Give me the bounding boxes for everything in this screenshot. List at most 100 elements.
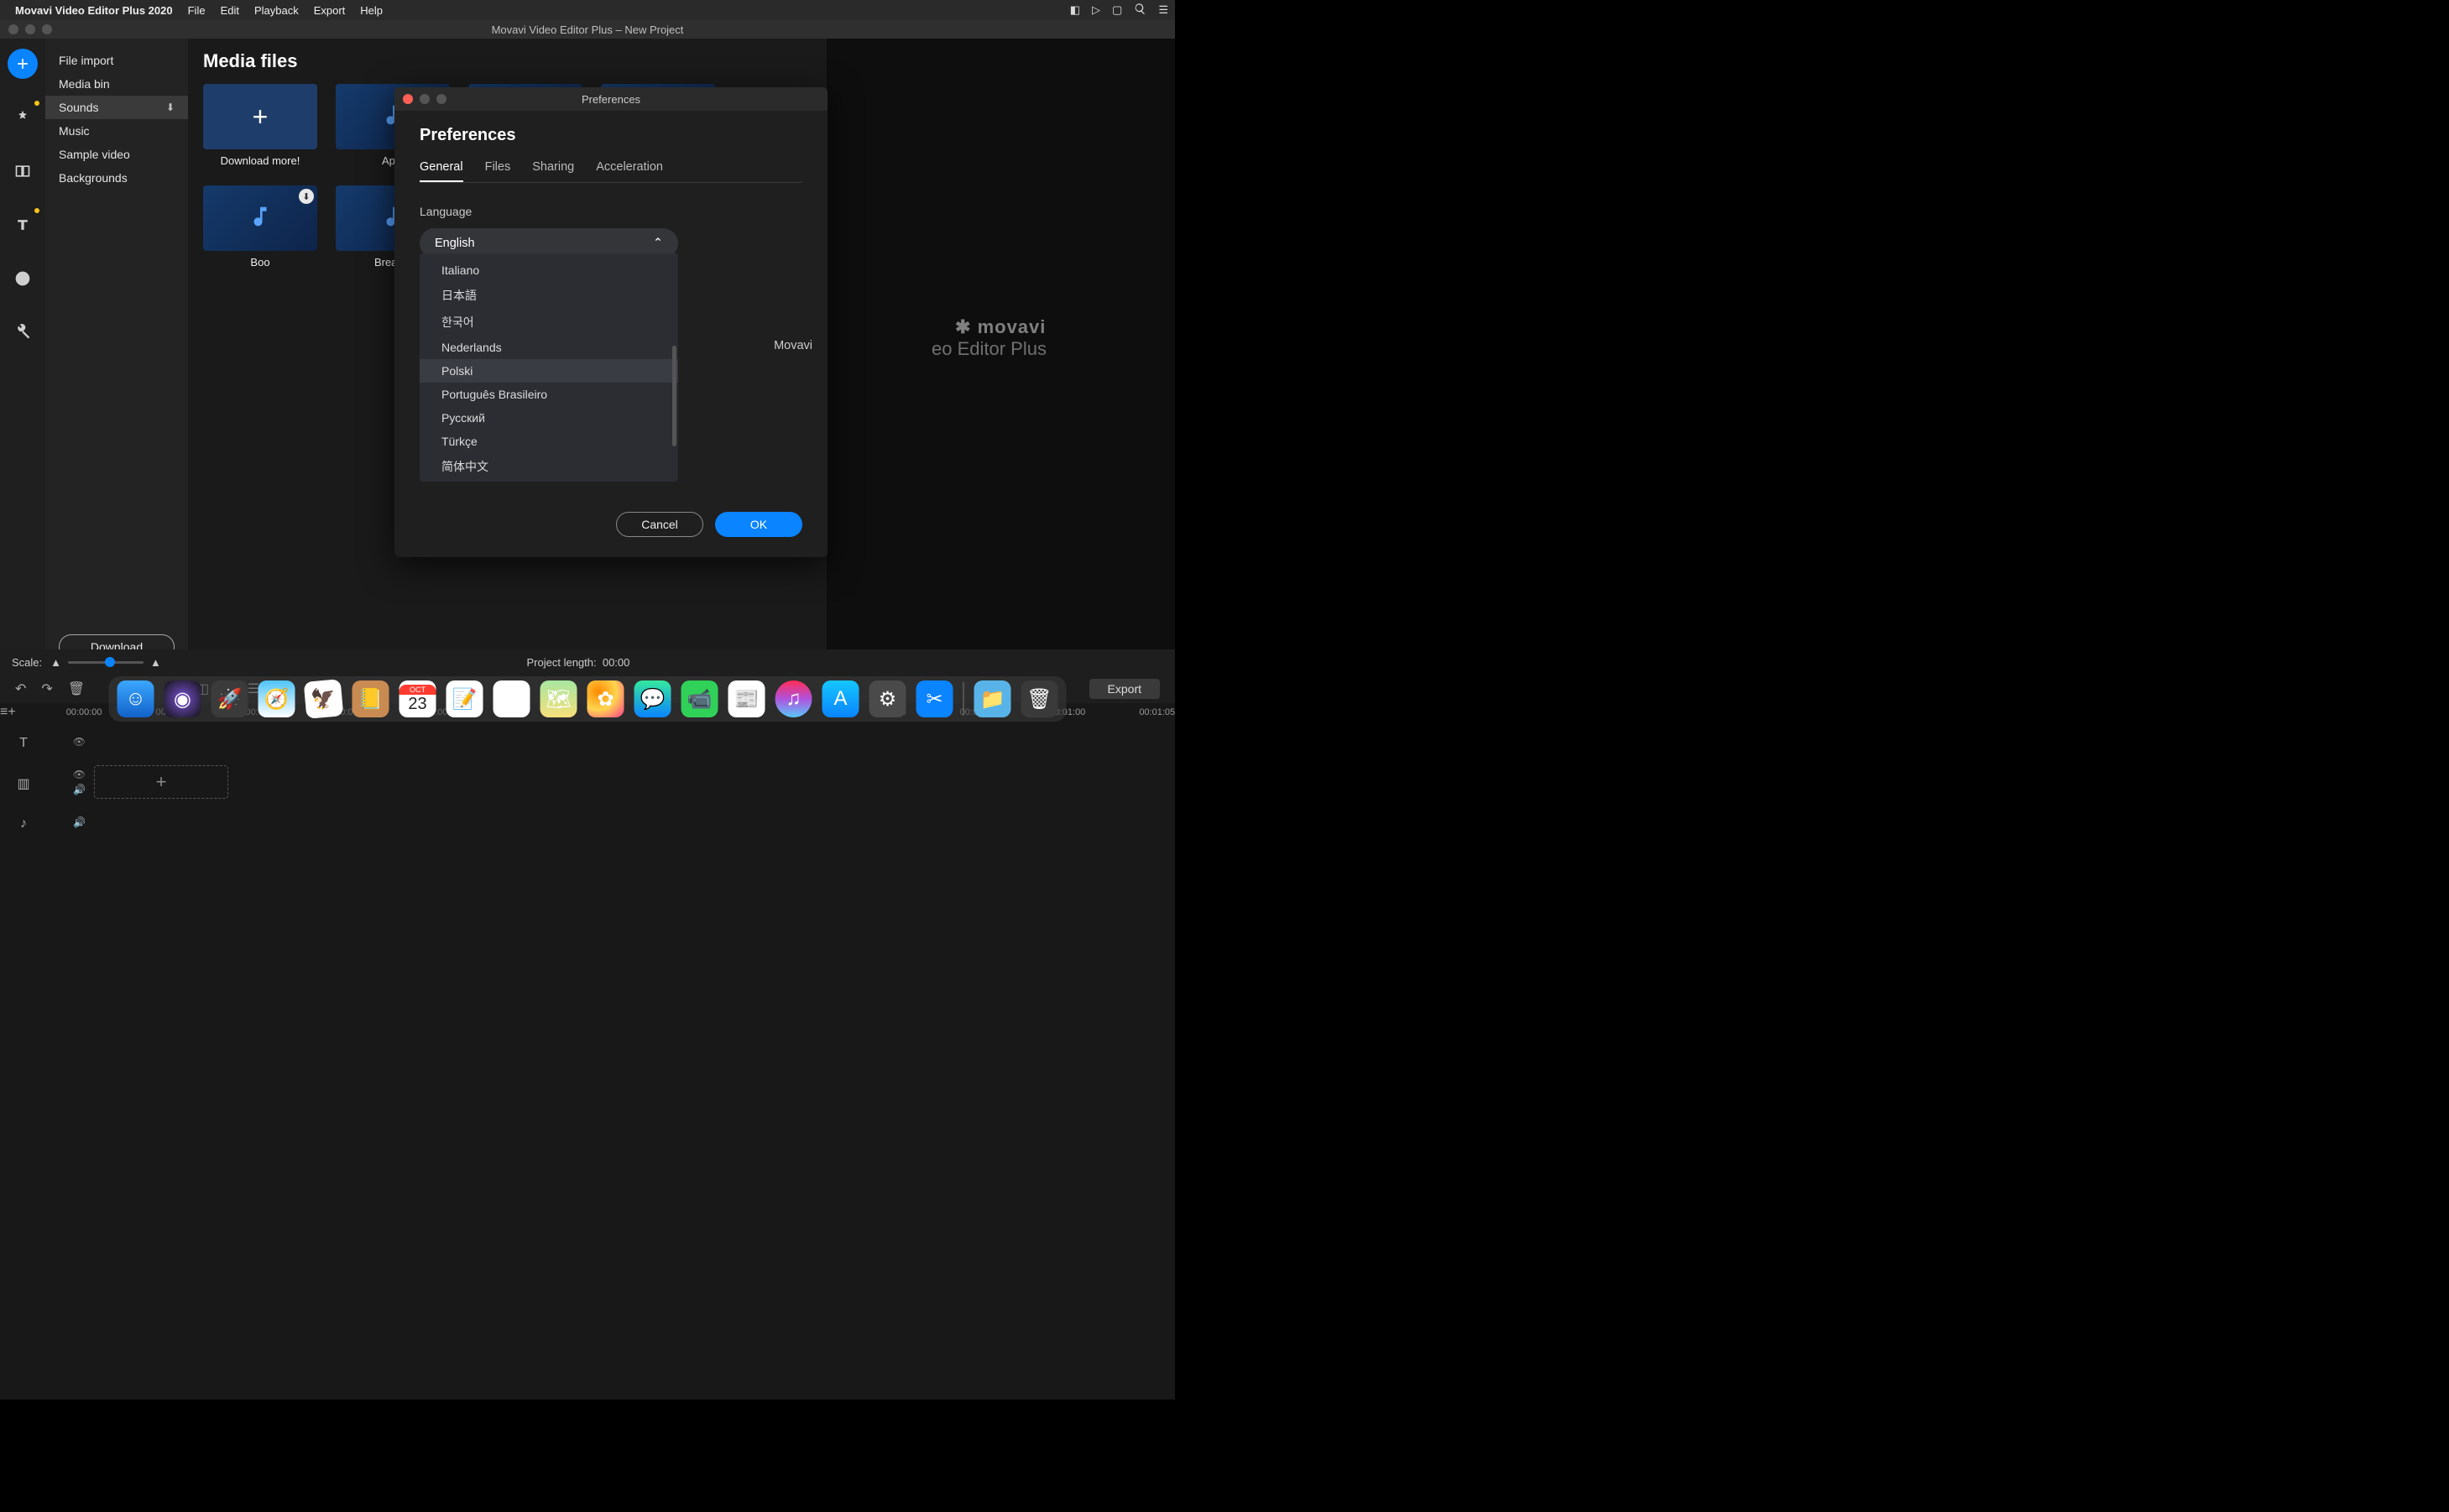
preferences-dialog: Preferences Preferences General Files Sh…: [394, 87, 828, 557]
sidebar-item-media-bin[interactable]: Media bin: [45, 72, 188, 96]
dock-launchpad-icon[interactable]: 🚀: [211, 680, 248, 717]
menubar-help[interactable]: Help: [360, 4, 383, 17]
text-track-icon: T: [19, 736, 28, 751]
media-card-download-more[interactable]: + Download more!: [203, 84, 317, 167]
preview-placeholder: ✱ movavi eo Editor Plus: [955, 316, 1047, 360]
export-button[interactable]: Export: [1089, 679, 1160, 699]
dropdown-scrollbar[interactable]: [672, 346, 676, 446]
language-option[interactable]: Türkçe: [420, 430, 678, 453]
dock-messages-icon[interactable]: 💬: [634, 680, 671, 717]
menubar-file[interactable]: File: [188, 4, 206, 17]
visibility-icon[interactable]: 👁: [73, 736, 86, 748]
language-option[interactable]: 繁體中文: [420, 480, 678, 482]
preferences-tabs: General Files Sharing Acceleration: [420, 160, 802, 183]
dock-finder-icon[interactable]: ☺: [117, 680, 154, 717]
dock-downloads-icon[interactable]: 📁: [974, 680, 1011, 717]
window-traffic-lights[interactable]: [0, 24, 52, 34]
dock-calendar-icon[interactable]: OCT 23: [399, 680, 436, 717]
undo-icon[interactable]: ↶: [15, 680, 26, 697]
language-option[interactable]: Português Brasileiro: [420, 383, 678, 406]
menu-extra-icon[interactable]: ◧: [1070, 3, 1080, 17]
video-track-icon: ▥: [17, 775, 29, 792]
menubar-playback[interactable]: Playback: [254, 4, 299, 17]
ok-button[interactable]: OK: [715, 512, 802, 537]
window-titlebar: Movavi Video Editor Plus – New Project: [0, 20, 1175, 39]
download-icon: ⬇: [299, 189, 314, 204]
language-option[interactable]: 한국어: [420, 309, 678, 336]
dock-appstore-icon[interactable]: A: [822, 680, 859, 717]
delete-icon[interactable]: 🗑: [68, 680, 85, 697]
preview-panel: ✱ movavi eo Editor Plus 16:9 ⌄: [827, 39, 1175, 675]
add-track-icon[interactable]: ≡+: [0, 705, 16, 720]
zoom-out-icon[interactable]: ▲: [50, 656, 61, 669]
zoom-slider[interactable]: ▲ ▲: [50, 656, 161, 669]
language-option[interactable]: Polski: [420, 359, 678, 383]
zoom-in-icon[interactable]: ▲: [150, 656, 161, 669]
menubar-edit[interactable]: Edit: [221, 4, 239, 17]
language-dropdown: Italiano 日本語 한국어 Nederlands Polski Portu…: [420, 253, 678, 482]
sidebar-item-sample-video[interactable]: Sample video: [45, 143, 188, 166]
rail-filters-icon[interactable]: [8, 102, 38, 133]
language-label: Language: [420, 205, 802, 218]
rail-titles-icon[interactable]: [8, 210, 38, 240]
dock-notes-icon[interactable]: 📝: [446, 680, 483, 717]
menu-extra-icon[interactable]: ▷: [1092, 3, 1100, 17]
dock-trash-icon[interactable]: 🗑: [1021, 680, 1058, 717]
sidebar-item-sounds[interactable]: Sounds⬇: [45, 96, 188, 119]
audio-track-icon: ♪: [20, 816, 27, 832]
tab-acceleration[interactable]: Acceleration: [596, 160, 663, 182]
dock-contacts-icon[interactable]: 📒: [352, 680, 389, 717]
dock-movavi-icon[interactable]: ✂: [916, 680, 953, 717]
dock-siri-icon[interactable]: ◉: [164, 680, 201, 717]
spotlight-icon[interactable]: [1134, 3, 1146, 18]
rail-import-icon[interactable]: [8, 49, 38, 79]
cancel-button[interactable]: Cancel: [616, 512, 703, 537]
audio-icon[interactable]: 🔊: [73, 784, 86, 795]
track-video[interactable]: ▥ 👁 🔊 +: [7, 762, 1175, 802]
displays-icon[interactable]: ▢: [1112, 3, 1122, 17]
menubar-list-icon[interactable]: ☰: [1158, 3, 1168, 17]
macos-dock: ☺ ◉ 🚀 🧭 🦅 📒 OCT 23 📝 ☑ 🗺 ✿ 💬 📹 📰 ♫ A ⚙ ✂…: [109, 676, 1067, 722]
dialog-traffic-lights[interactable]: [394, 94, 446, 104]
language-option[interactable]: Русский: [420, 406, 678, 430]
close-icon[interactable]: [403, 94, 413, 104]
dock-preferences-icon[interactable]: ⚙: [869, 680, 906, 717]
tab-general[interactable]: General: [420, 160, 463, 182]
menubar-export[interactable]: Export: [314, 4, 346, 17]
dialog-title: Preferences: [582, 93, 640, 106]
track-audio[interactable]: ♪ 🔊: [7, 802, 1175, 842]
dock-mail-icon[interactable]: 🦅: [304, 679, 344, 719]
add-clip-placeholder[interactable]: +: [94, 765, 228, 799]
redo-icon[interactable]: ↷: [41, 680, 52, 697]
media-sidebar: File import Media bin Sounds⬇ Music Samp…: [45, 39, 188, 675]
sidebar-item-file-import[interactable]: File import: [45, 49, 188, 72]
tab-sharing[interactable]: Sharing: [532, 160, 574, 182]
download-icon: ⬇: [166, 102, 175, 113]
track-titles[interactable]: T 👁: [7, 722, 1175, 762]
sidebar-item-music[interactable]: Music: [45, 119, 188, 143]
dock-safari-icon[interactable]: 🧭: [258, 680, 295, 717]
sidebar-item-backgrounds[interactable]: Backgrounds: [45, 166, 188, 190]
dock-photos-icon[interactable]: ✿: [587, 680, 624, 717]
dock-music-icon[interactable]: ♫: [775, 680, 812, 717]
language-option[interactable]: 日本語: [420, 282, 678, 309]
audio-icon[interactable]: 🔊: [73, 816, 86, 828]
language-option[interactable]: Nederlands: [420, 336, 678, 359]
menubar-app-title[interactable]: Movavi Video Editor Plus 2020: [15, 4, 173, 17]
language-option[interactable]: Italiano: [420, 258, 678, 282]
rail-stickers-icon[interactable]: [8, 263, 38, 294]
tab-files[interactable]: Files: [485, 160, 511, 182]
music-note-icon: [248, 204, 273, 233]
rail-transitions-icon[interactable]: [8, 156, 38, 186]
language-option[interactable]: 简体中文: [420, 453, 678, 480]
media-card[interactable]: ⬇ Boo: [203, 185, 317, 269]
rail-more-tools-icon[interactable]: [8, 317, 38, 347]
plus-icon: +: [253, 102, 269, 133]
dock-maps-icon[interactable]: 🗺: [540, 680, 577, 717]
dock-news-icon[interactable]: 📰: [728, 680, 765, 717]
visibility-icon[interactable]: 👁: [73, 769, 86, 780]
scale-label: Scale:: [12, 656, 42, 669]
dock-reminders-icon[interactable]: ☑: [493, 680, 530, 717]
dock-facetime-icon[interactable]: 📹: [681, 680, 718, 717]
window-title: Movavi Video Editor Plus – New Project: [492, 23, 684, 36]
